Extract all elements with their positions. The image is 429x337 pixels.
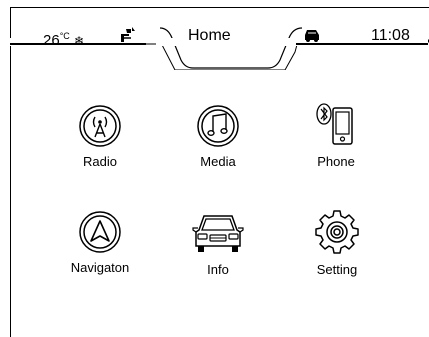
screen-frame: 26°C ❄ Home 11:08 Radio Media Phone Navi… [10, 0, 429, 337]
app-label-navigation: Navigaton [70, 260, 130, 275]
app-label-media: Media [200, 154, 236, 169]
navigation-arrow-icon [79, 211, 121, 253]
status-bar: 26°C ❄ Home 11:08 [10, 8, 429, 70]
app-info[interactable]: Info [168, 210, 268, 277]
radio-antenna-icon [79, 105, 121, 147]
outside-temperature: 26°C ❄ [43, 27, 84, 50]
seat-heat-icon[interactable] [118, 26, 138, 44]
car-front-icon [192, 215, 244, 252]
music-note-icon [197, 105, 239, 147]
car-icon[interactable] [303, 28, 321, 42]
app-label-info: Info [207, 262, 229, 277]
temperature-unit: °C [59, 31, 70, 41]
app-label-phone: Phone [317, 154, 355, 169]
app-navigation[interactable]: Navigaton [50, 210, 150, 275]
temperature-value: 26 [43, 32, 60, 49]
clock: 11:08 [371, 27, 410, 44]
app-radio[interactable]: Radio [50, 104, 150, 169]
app-label-radio: Radio [83, 154, 117, 169]
app-media[interactable]: Media [168, 104, 268, 169]
app-label-setting: Setting [316, 262, 358, 277]
page-title: Home [188, 27, 231, 44]
app-phone[interactable]: Phone [286, 100, 386, 169]
app-setting[interactable]: Setting [287, 208, 387, 277]
snowflake-icon: ❄ [73, 34, 85, 48]
bluetooth-phone-icon [316, 103, 353, 145]
gear-icon [315, 210, 359, 254]
